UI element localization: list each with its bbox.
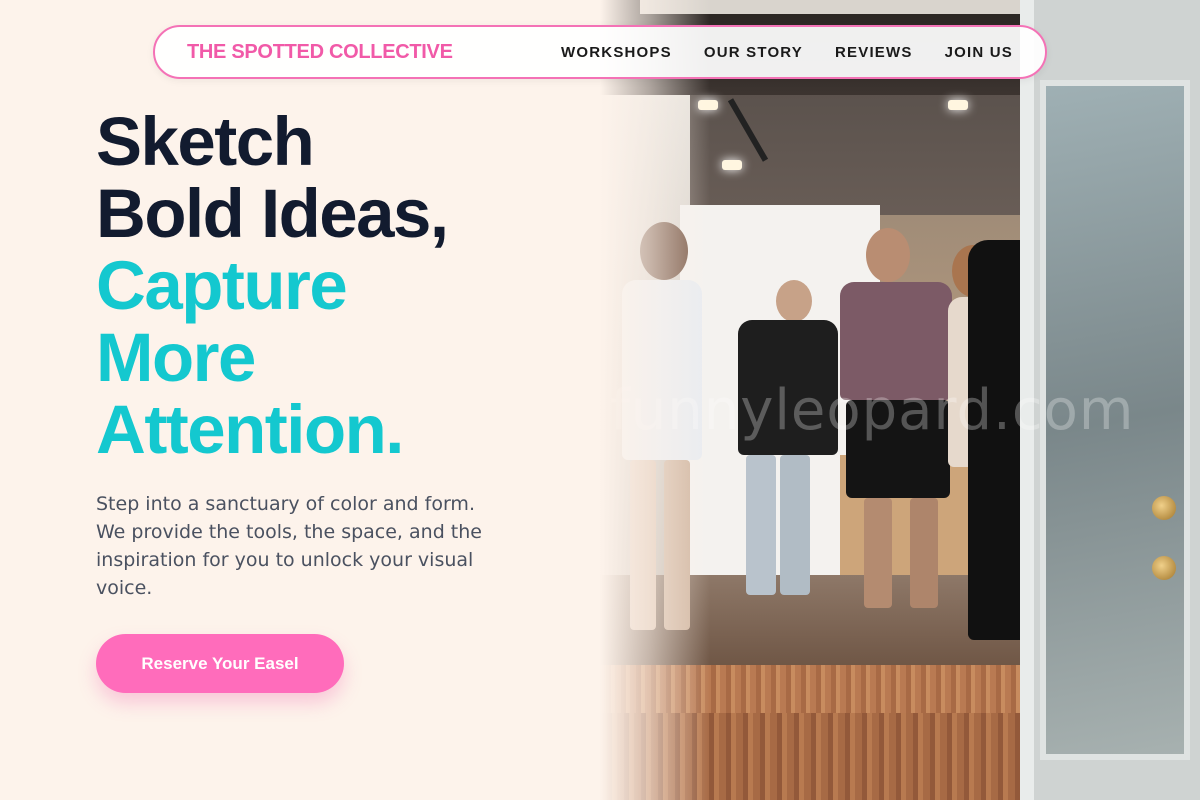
headline-accent-line: More [96,319,256,396]
photo-light-rail [727,98,769,162]
headline-accent-line: Capture [96,247,348,324]
nav-links: WORKSHOPS OUR STORY REVIEWS JOIN US [561,44,1013,61]
nav-link-join-us[interactable]: JOIN US [945,44,1013,61]
headline-accent-line: Attention. [96,391,404,468]
nav-link-our-story[interactable]: OUR STORY [704,44,803,61]
photo-ceiling-light [948,100,968,110]
hero-intro-text: Step into a sanctuary of color and form.… [96,493,482,599]
photo-door-knob [1152,556,1176,580]
hero-headline: Sketch Bold Ideas, Capture More Attentio… [96,103,449,468]
photo-edge-fade [600,0,710,800]
brand-logo[interactable]: THE SPOTTED COLLECTIVE [187,41,453,64]
reserve-easel-button[interactable]: Reserve Your Easel [96,634,344,693]
hero-photo: funnyleopard.com [600,0,1200,800]
headline-line: Bold Ideas, [96,175,449,252]
photo-ceiling-light [722,160,742,170]
nav-link-workshops[interactable]: WORKSHOPS [561,44,672,61]
top-navigation: THE SPOTTED COLLECTIVE WORKSHOPS OUR STO… [153,25,1047,79]
nav-link-reviews[interactable]: REVIEWS [835,44,913,61]
headline-line: Sketch [96,103,315,180]
photo-door-knob [1152,496,1176,520]
